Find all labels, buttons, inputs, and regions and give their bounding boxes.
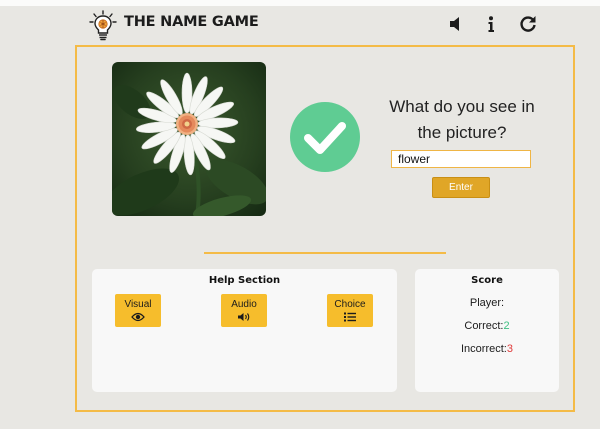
visual-help-button[interactable]: Visual (115, 294, 161, 327)
enter-button[interactable]: Enter (432, 177, 490, 198)
app-title: THE NAME GAME (124, 14, 259, 30)
player-row: Player: (415, 297, 559, 309)
speaker-icon[interactable] (446, 14, 466, 34)
correct-label: Correct: (464, 320, 504, 332)
eye-icon (115, 312, 161, 322)
player-label: Player: (469, 297, 505, 309)
lightbulb-icon (88, 10, 118, 42)
visual-help-label: Visual (124, 299, 152, 310)
help-section-title: Help Section (208, 275, 281, 286)
audio-help-button[interactable]: Audio (221, 294, 267, 327)
audio-help-label: Audio (231, 299, 257, 310)
incorrect-count: 3 (506, 343, 513, 355)
correct-count: 2 (503, 320, 510, 332)
correct-row: Correct:2 (415, 320, 559, 332)
score-section: Score Player: Correct:2 Incorrect:3 (415, 269, 559, 392)
quiz-image (112, 62, 266, 216)
question-text: What do you see in the picture? (389, 97, 535, 142)
choice-help-label: Choice (334, 299, 366, 310)
divider (204, 252, 446, 254)
incorrect-label: Incorrect: (461, 343, 507, 355)
list-icon (327, 312, 373, 322)
help-section: Help Section Visual Audio Choice (92, 269, 397, 392)
checkmark-icon (290, 102, 360, 172)
choice-help-button[interactable]: Choice (327, 294, 373, 327)
incorrect-row: Incorrect:3 (415, 343, 559, 355)
answer-input[interactable] (391, 150, 531, 168)
info-icon[interactable] (481, 14, 501, 34)
score-title: Score (471, 275, 503, 286)
top-strip (0, 0, 600, 6)
speaker-icon (221, 312, 267, 322)
refresh-icon[interactable] (518, 14, 538, 34)
